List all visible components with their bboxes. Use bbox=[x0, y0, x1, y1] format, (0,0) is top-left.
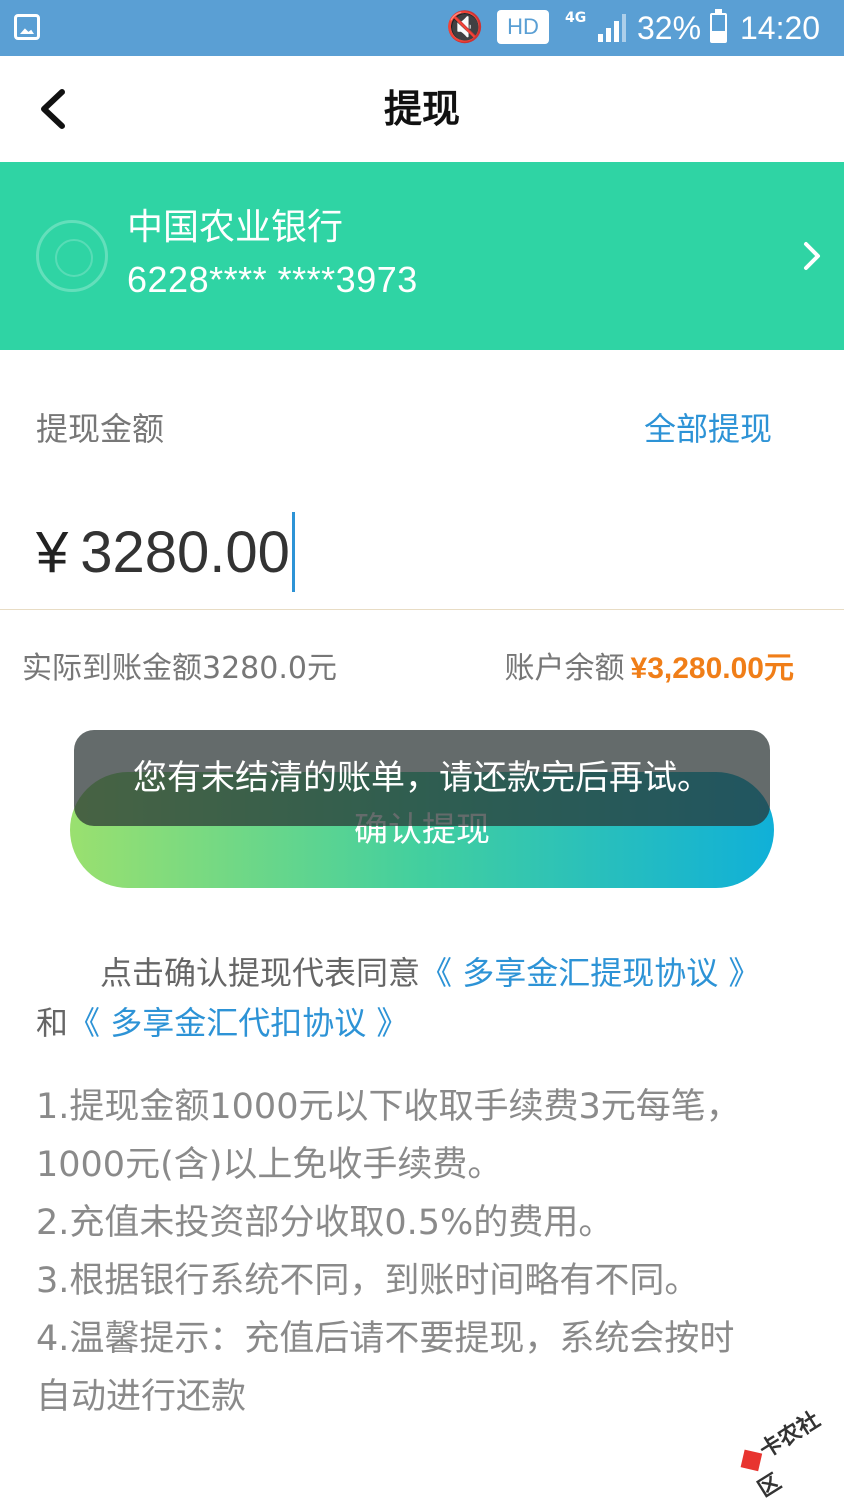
balance-label: 账户余额 bbox=[504, 651, 625, 686]
note-line: 1000元(含)以上免收手续费。 bbox=[36, 1145, 503, 1185]
note-line: 自动进行还款 bbox=[36, 1377, 247, 1417]
page-title: 提现 bbox=[383, 87, 460, 131]
withdraw-all-button[interactable]: 全部提现 bbox=[644, 408, 772, 450]
nav-bar: 提现 bbox=[0, 56, 844, 162]
amount-section: 提现金额 全部提现 ¥ 3280.00 bbox=[0, 350, 844, 610]
withdraw-agreement-link[interactable]: 《 多享金汇提现协议 》 bbox=[420, 954, 760, 992]
clock: 14:20 bbox=[740, 10, 821, 46]
bank-card-selector[interactable]: 中国农业银行 6228**** ****3973 bbox=[0, 162, 844, 350]
text-caret bbox=[291, 512, 295, 592]
agreement-text: 点击确认提现代表同意《 多享金汇提现协议 》 和《 多享金汇代扣协议 》 bbox=[36, 948, 816, 1048]
hd-badge: HD bbox=[497, 10, 549, 44]
amount-value: 3280.00 bbox=[80, 519, 290, 585]
balance-value: ¥3,280.00元 bbox=[630, 652, 794, 685]
toast-message: 您有未结清的账单，请还款完后再试。 bbox=[74, 730, 770, 826]
network-type: 4G bbox=[565, 10, 587, 26]
notes: 1.提现金额1000元以下收取手续费3元每笔， 1000元(含)以上免收手续费。… bbox=[36, 1078, 816, 1426]
note-line: 3.根据银行系统不同，到账时间略有不同。 bbox=[36, 1261, 700, 1301]
signal-icon bbox=[598, 14, 626, 42]
currency-symbol: ¥ bbox=[36, 519, 69, 585]
account-balance: 账户余额 ¥3,280.00元 bbox=[505, 648, 794, 690]
info-row: 实际到账金额3280.0元 账户余额 ¥3,280.00元 bbox=[0, 640, 844, 700]
actual-amount: 实际到账金额3280.0元 bbox=[22, 651, 337, 686]
status-bar: 🔇 HD 4G 32% 14:20 bbox=[0, 0, 844, 56]
note-line: 2.充值未投资部分收取0.5%的费用。 bbox=[36, 1203, 614, 1243]
bank-name: 中国农业银行 bbox=[127, 207, 344, 248]
amount-input[interactable]: ¥ 3280.00 bbox=[36, 512, 295, 592]
watermark-logo-icon bbox=[740, 1449, 763, 1472]
gallery-icon bbox=[14, 14, 40, 40]
amount-label: 提现金额 bbox=[36, 410, 165, 448]
agreement-prefix: 点击确认提现代表同意 bbox=[100, 954, 421, 992]
note-line: 1.提现金额1000元以下收取手续费3元每笔， bbox=[36, 1087, 741, 1127]
card-number: 6228**** ****3973 bbox=[127, 259, 418, 300]
note-line: 4.温馨提示：充值后请不要提现，系统会按时 bbox=[36, 1319, 735, 1359]
agreement-middle: 和 bbox=[36, 1004, 69, 1042]
battery-icon bbox=[710, 9, 727, 43]
chevron-right-icon bbox=[804, 242, 820, 270]
debit-agreement-link[interactable]: 《 多享金汇代扣协议 》 bbox=[68, 1004, 408, 1042]
battery-percent: 32% bbox=[637, 10, 702, 46]
bank-logo-icon bbox=[36, 220, 108, 292]
mute-icon: 🔇 bbox=[446, 10, 484, 45]
